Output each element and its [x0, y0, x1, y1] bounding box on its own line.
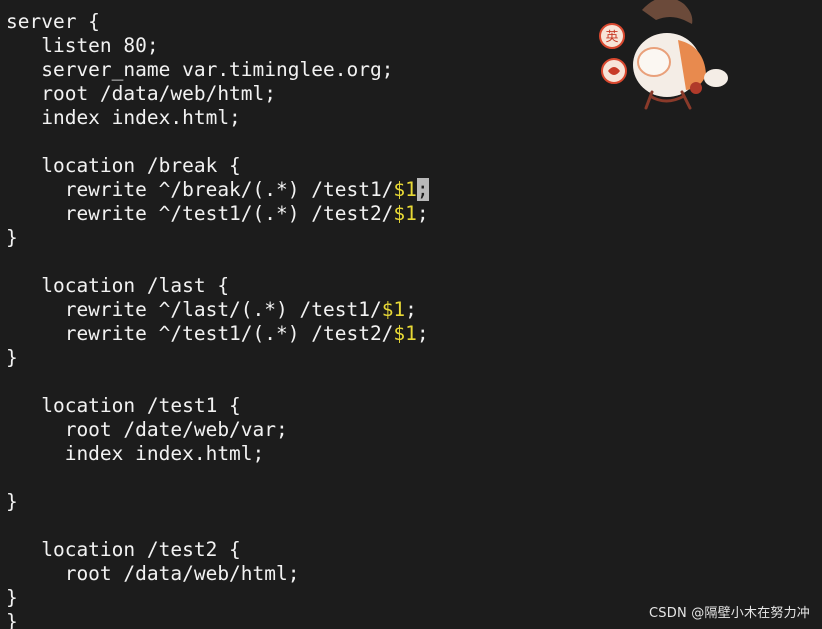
code-line: server_name var.timinglee.org;: [6, 58, 429, 82]
code-line: location /test2 {: [6, 538, 429, 562]
code-text: rewrite ^/test1/(.*) /test2/: [6, 322, 394, 345]
code-line: }: [6, 490, 429, 514]
code-text: ;: [416, 202, 429, 225]
code-line: }: [6, 226, 429, 250]
code-line: }: [6, 346, 429, 370]
code-text: root /date/web/var;: [6, 418, 288, 441]
code-text: }: [6, 226, 18, 249]
code-text: index index.html;: [6, 106, 241, 129]
code-text: ;: [416, 322, 429, 345]
code-line: root /date/web/var;: [6, 418, 429, 442]
code-text: }: [6, 490, 18, 513]
code-line: listen 80;: [6, 34, 429, 58]
code-line: location /break {: [6, 154, 429, 178]
code-text: location /test2 {: [6, 538, 241, 561]
code-line: rewrite ^/test1/(.*) /test2/$1;: [6, 322, 429, 346]
code-editor[interactable]: server { listen 80; server_name var.timi…: [6, 10, 429, 629]
code-line: }: [6, 586, 429, 610]
terminal-window[interactable]: server { listen 80; server_name var.timi…: [0, 0, 822, 629]
text-cursor: ;: [416, 178, 429, 201]
code-text: index index.html;: [6, 442, 265, 465]
code-variable: $1: [393, 322, 417, 345]
code-text: }: [6, 610, 18, 629]
badge-text: 英: [605, 30, 618, 45]
code-line: index index.html;: [6, 442, 429, 466]
code-text: server_name var.timinglee.org;: [6, 58, 394, 81]
code-line: }: [6, 610, 429, 629]
code-line: rewrite ^/last/(.*) /test1/$1;: [6, 298, 429, 322]
code-line: location /last {: [6, 274, 429, 298]
code-line: rewrite ^/test1/(.*) /test2/$1;: [6, 202, 429, 226]
code-line: location /test1 {: [6, 394, 429, 418]
code-text: listen 80;: [6, 34, 159, 57]
code-text: location /break {: [6, 154, 241, 177]
code-line: root /data/web/html;: [6, 82, 429, 106]
code-text: rewrite ^/break/(.*) /test1/: [6, 178, 394, 201]
code-variable: $1: [393, 202, 417, 225]
code-text: }: [6, 586, 18, 609]
code-text: }: [6, 346, 18, 369]
code-text: rewrite ^/test1/(.*) /test2/: [6, 202, 394, 225]
code-variable: $1: [381, 298, 406, 321]
code-text: location /test1 {: [6, 394, 241, 417]
code-text: ;: [405, 298, 417, 321]
code-line: rewrite ^/break/(.*) /test1/$1;: [6, 178, 429, 202]
code-text: location /last {: [6, 274, 230, 297]
code-line: root /data/web/html;: [6, 562, 429, 586]
code-line: server {: [6, 10, 429, 34]
code-text: rewrite ^/last/(.*) /test1/: [6, 298, 382, 321]
mascot-sticker-icon: 英: [599, 0, 728, 110]
code-variable: $1: [393, 178, 417, 201]
csdn-watermark: CSDN @隔壁小木在努力冲: [649, 606, 810, 621]
code-line: index index.html;: [6, 106, 429, 130]
code-text: root /data/web/html;: [6, 562, 300, 585]
code-text: server {: [6, 10, 100, 33]
code-text: root /data/web/html;: [6, 82, 277, 105]
